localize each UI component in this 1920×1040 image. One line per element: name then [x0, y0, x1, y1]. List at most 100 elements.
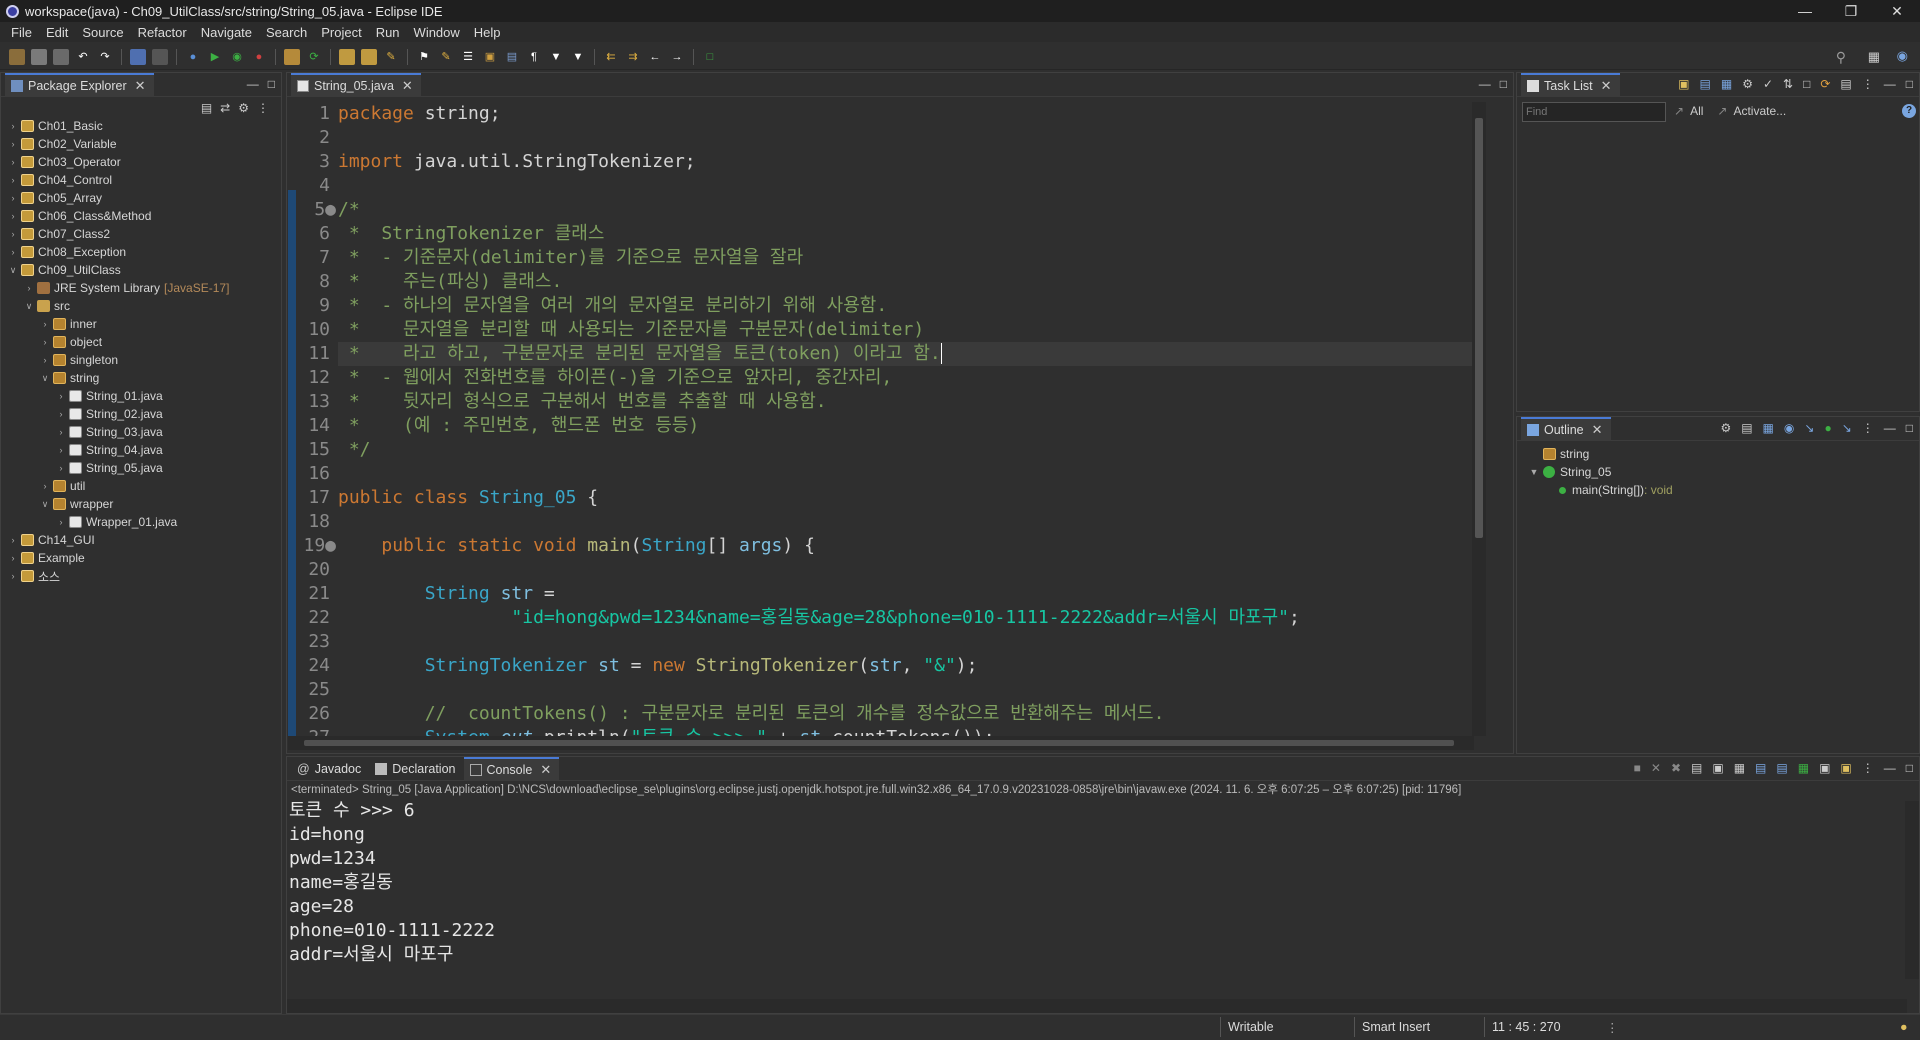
close-icon[interactable]: ✕ [1592, 422, 1603, 438]
tree-item[interactable]: › Ch08_Exception [1, 243, 281, 261]
word-wrap-icon[interactable]: ▤ [504, 49, 520, 65]
chevron-right-icon[interactable]: › [39, 355, 51, 365]
scroll-lock-icon[interactable]: ▣ [1712, 761, 1723, 775]
java-perspective-icon[interactable]: ◉ [1897, 48, 1908, 64]
maximize-button[interactable]: ❐ [1828, 0, 1874, 22]
new-class-icon[interactable]: ⟳ [306, 49, 322, 65]
code-line[interactable]: * (예 : 주민번호, 핸드폰 번호 등등) [338, 414, 1478, 438]
coverage-icon[interactable]: ◉ [229, 49, 245, 65]
hide-nonpublic-icon[interactable]: ↘ [1804, 421, 1814, 435]
breadcrumb-icon[interactable]: ☰ [460, 49, 476, 65]
maximize-view-icon[interactable]: □ [1500, 77, 1507, 91]
chevron-right-icon[interactable]: › [7, 571, 19, 581]
tab-package-explorer[interactable]: Package Explorer ✕ [5, 72, 154, 97]
tree-item[interactable]: › Ch04_Control [1, 171, 281, 189]
view-menu-icon[interactable]: ⋮ [257, 101, 269, 115]
menu-edit[interactable]: Edit [39, 25, 75, 40]
tree-item[interactable]: › Ch02_Variable [1, 135, 281, 153]
collapse-all-icon[interactable]: ▤ [201, 101, 212, 115]
chevron-right-icon[interactable]: › [39, 337, 51, 347]
show-on-error-icon[interactable]: ▤ [1776, 761, 1787, 775]
chevron-right-icon[interactable]: › [23, 283, 35, 293]
tree-item[interactable]: › Ch14_GUI [1, 531, 281, 549]
code-line[interactable]: StringTokenizer st = new StringTokenizer… [338, 654, 1478, 678]
chevron-right-icon[interactable]: › [7, 157, 19, 167]
maximize-view-icon[interactable]: □ [268, 77, 275, 91]
forward-icon[interactable]: → [669, 49, 685, 65]
tree-item[interactable]: › Ch05_Array [1, 189, 281, 207]
link-editor-icon[interactable]: ↘ [1842, 421, 1852, 435]
display-console-icon[interactable]: ▣ [1819, 761, 1830, 775]
clear-console-icon[interactable]: ▤ [1691, 761, 1702, 775]
tip-icon[interactable]: ● [1900, 1020, 1908, 1034]
view-menu-icon[interactable]: ⋮ [1862, 761, 1874, 775]
save-icon[interactable] [31, 48, 47, 65]
tree-item[interactable]: › String_04.java [1, 441, 281, 459]
code-line[interactable]: * - 웹에서 전화번호를 하이픈(-)을 기준으로 앞자리, 중간자리, [338, 366, 1478, 390]
tree-item[interactable]: › inner [1, 315, 281, 333]
code-line[interactable]: * 뒷자리 형식으로 구분해서 번호를 추출할 때 사용함. [338, 390, 1478, 414]
code-line[interactable] [338, 630, 1478, 654]
toggle-mark-icon[interactable]: ⚑ [416, 49, 432, 65]
code-line[interactable]: * 문자열을 분리할 때 사용되는 기준문자를 구분문자(delimiter) [338, 318, 1478, 342]
tree-item[interactable]: › Ch03_Operator [1, 153, 281, 171]
word-wrap-icon[interactable]: ▦ [1734, 761, 1745, 775]
menu-refactor[interactable]: Refactor [131, 25, 194, 40]
code-line[interactable]: */ [338, 438, 1478, 462]
code-line[interactable]: package string; [338, 102, 1478, 126]
chevron-right-icon[interactable]: › [55, 445, 67, 455]
tree-item[interactable]: › Ch01_Basic [1, 117, 281, 135]
collapse-all-icon[interactable]: ▤ [1741, 421, 1752, 435]
chevron-right-icon[interactable]: › [39, 319, 51, 329]
maximize-view-icon[interactable]: □ [1906, 761, 1913, 775]
tree-item[interactable]: › object [1, 333, 281, 351]
maximize-view-icon[interactable]: □ [1906, 421, 1913, 435]
next-edit-icon[interactable]: ⇉ [625, 49, 641, 65]
annotation-icon[interactable]: ▼ [548, 49, 564, 65]
tab-javadoc[interactable]: @ Javadoc [291, 757, 369, 781]
chevron-down-icon[interactable]: ▼ [1527, 467, 1541, 477]
hide-static-icon[interactable]: ◉ [1784, 421, 1794, 435]
tab-console[interactable]: Console ✕ [463, 756, 560, 781]
code-line[interactable] [338, 126, 1478, 150]
console-output[interactable]: 토큰 수 >>> 6 id=hong pwd=1234 name=홍길동 age=28 p… [287, 799, 1919, 967]
tree-item[interactable]: › util [1, 477, 281, 495]
debug-icon[interactable]: ● [185, 49, 201, 65]
hide-completed-icon[interactable]: ✓ [1763, 77, 1773, 91]
chevron-right-icon[interactable]: › [7, 247, 19, 257]
code-editor[interactable]: 1 2 3 4 5● 6 7 8 9 10 11 12 13 14 15 16 17 18 19● 20 21 22 23 2… [288, 102, 1486, 736]
chevron-right-icon[interactable]: › [7, 139, 19, 149]
tree-item[interactable]: › String_03.java [1, 423, 281, 441]
chevron-right-icon[interactable]: › [55, 391, 67, 401]
remove-launch-icon[interactable]: ✕ [1651, 761, 1661, 775]
new-task-icon[interactable]: ▣ [1678, 77, 1689, 91]
sort-icon[interactable]: ⚙ [1720, 421, 1731, 435]
close-icon[interactable]: ✕ [402, 78, 413, 94]
synchronize-icon[interactable]: ⟳ [1820, 77, 1830, 91]
tree-item[interactable]: › 소스 [1, 567, 281, 585]
menu-navigate[interactable]: Navigate [194, 25, 259, 40]
search-icon[interactable]: ⚲ [1836, 49, 1846, 66]
menu-file[interactable]: File [4, 25, 39, 40]
tab-declaration[interactable]: Declaration [369, 757, 463, 781]
undo-icon[interactable]: ↶ [75, 49, 91, 65]
outline-item-method[interactable]: main(String[]) : void [1527, 481, 1919, 499]
chevron-down-icon[interactable]: ∨ [39, 373, 51, 384]
prev-edit-icon[interactable]: ⇇ [603, 49, 619, 65]
tab-outline[interactable]: Outline ✕ [1521, 416, 1611, 441]
tree-item[interactable]: ∨ string [1, 369, 281, 387]
code-line[interactable]: * 주는(파싱) 클래스. [338, 270, 1478, 294]
tree-item[interactable]: › String_02.java [1, 405, 281, 423]
code-line[interactable]: * - 기준문자(delimiter)를 기준으로 문자열을 잘라 [338, 246, 1478, 270]
minimize-view-icon[interactable]: — [1884, 761, 1896, 775]
link-editor-icon[interactable]: ⇄ [220, 101, 230, 115]
all-link[interactable]: All [1690, 104, 1703, 118]
chevron-down-icon[interactable]: ∨ [7, 265, 19, 276]
tree-item[interactable]: › Ch06_Class&Method [1, 207, 281, 225]
activate-link[interactable]: Activate... [1733, 104, 1786, 118]
open-console-icon[interactable]: ▣ [1840, 761, 1851, 775]
new-icon[interactable] [9, 48, 25, 65]
editor-vertical-scrollbar[interactable] [1472, 102, 1486, 736]
menu-source[interactable]: Source [75, 25, 130, 40]
chevron-right-icon[interactable]: › [7, 553, 19, 563]
